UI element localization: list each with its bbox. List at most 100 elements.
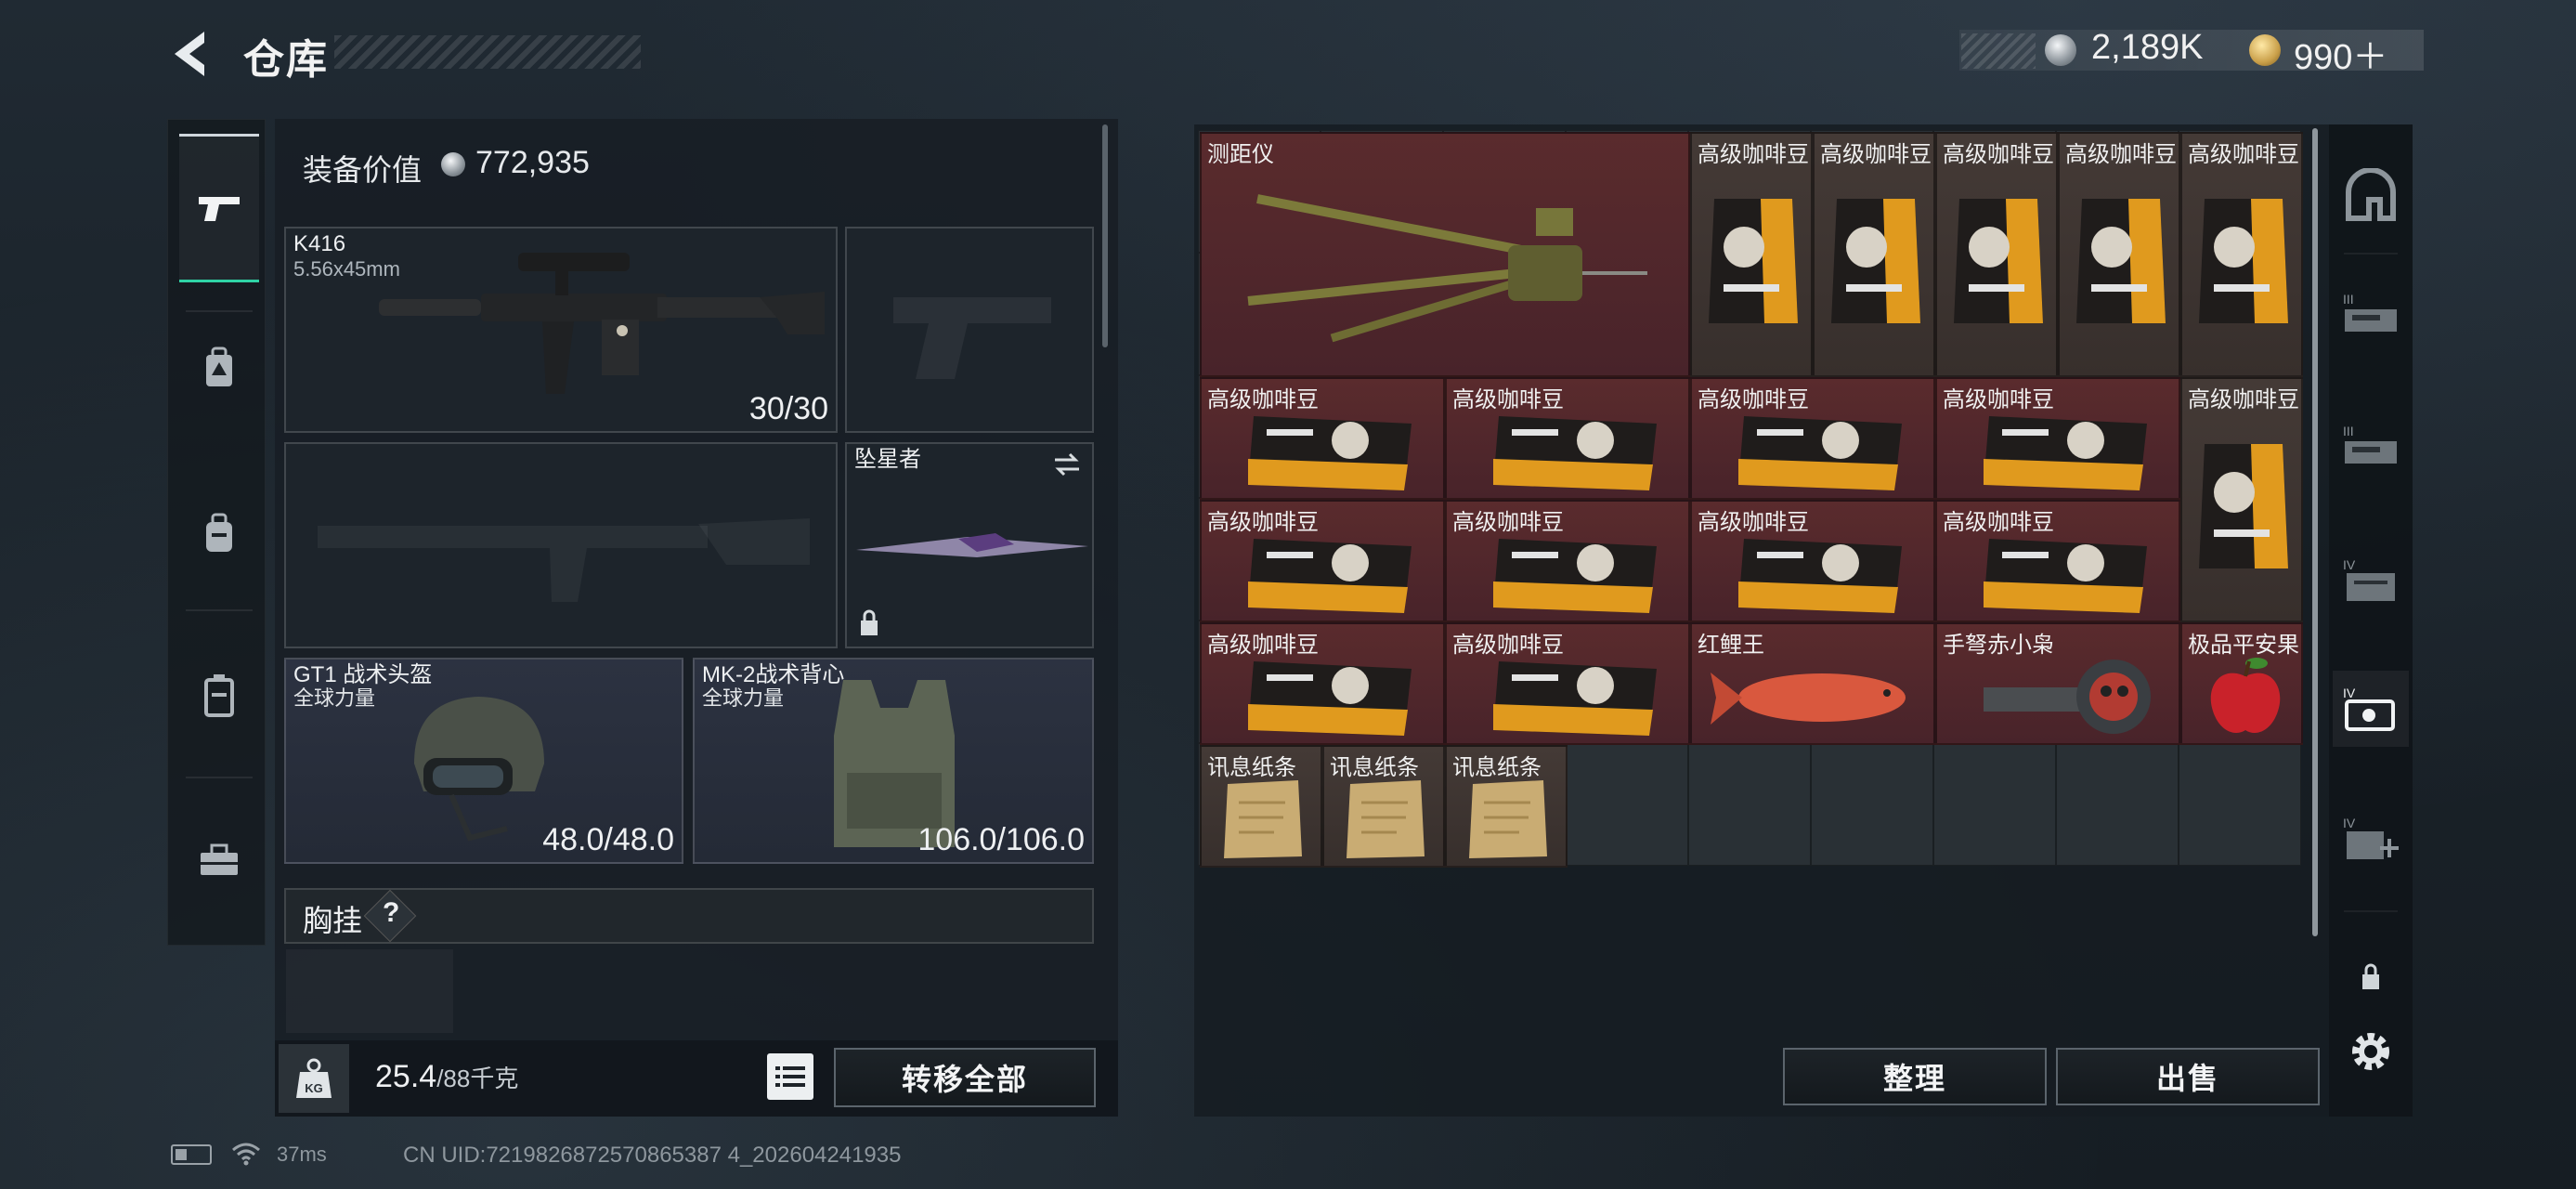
pistol-silhouette-icon xyxy=(893,297,1051,379)
pistol-icon xyxy=(199,197,240,221)
rangefinder-icon xyxy=(1247,194,1647,343)
locker-icon xyxy=(204,674,234,717)
rail-lock xyxy=(2333,940,2409,1014)
item-coffee-beans[interactable]: 高级咖啡豆 xyxy=(2180,377,2303,622)
weapon-name: K416 xyxy=(293,231,346,256)
uid-readout: CN UID:7219826872570865387 4_20260424193… xyxy=(403,1143,902,1168)
storage-scrollbar[interactable] xyxy=(2312,128,2318,936)
item-message-note[interactable]: 讯息纸条 xyxy=(1445,745,1568,868)
tab-locker[interactable] xyxy=(179,621,259,769)
swap-icon[interactable] xyxy=(1051,451,1083,477)
item-premium-apple[interactable]: 极品平安果 xyxy=(2180,622,2303,745)
melee-name: 坠星者 xyxy=(854,447,921,472)
item-coffee-beans[interactable]: 高级咖啡豆 xyxy=(1690,500,1935,622)
weight-max: /88千克 xyxy=(436,1065,519,1092)
item-rangefinder[interactable]: 测距仪 xyxy=(1200,132,1690,377)
coffee-bag-icon xyxy=(2199,199,2288,323)
item-name: 高级咖啡豆 xyxy=(2188,387,2299,412)
secondary-weapon-slot[interactable] xyxy=(845,227,1094,433)
settings-button[interactable] xyxy=(2333,1016,2409,1087)
list-icon xyxy=(775,1066,805,1087)
rail-tab-safehouse[interactable] xyxy=(2333,158,2409,234)
back-arrow-icon[interactable] xyxy=(167,28,219,80)
item-name: 高级咖啡豆 xyxy=(2065,142,2177,167)
help-text: ? xyxy=(383,897,400,928)
item-coffee-beans[interactable]: 高级咖啡豆 xyxy=(1690,377,1935,500)
backpack-icon xyxy=(206,513,232,552)
rail-tab-weapon-case-3b[interactable]: III xyxy=(2333,409,2409,485)
rail-tab-add-storage[interactable]: IV xyxy=(2333,801,2409,877)
rail-tab-weapon-case-3[interactable]: III xyxy=(2333,277,2409,353)
title-decoration xyxy=(334,35,641,69)
item-coffee-beans[interactable]: 高级咖啡豆 xyxy=(1200,377,1445,500)
chest-rig-placeholder xyxy=(286,949,453,1033)
item-coffee-beans[interactable]: 高级咖啡豆 xyxy=(1813,132,1935,377)
item-coffee-beans[interactable]: 高级咖啡豆 xyxy=(2180,132,2303,377)
backpack-alert-icon xyxy=(206,346,232,386)
storage-grid-cell[interactable] xyxy=(2179,743,2301,866)
tab-backpack[interactable] xyxy=(179,459,259,608)
weight-current: 25.4 xyxy=(375,1059,437,1094)
storage-grid-cell[interactable] xyxy=(2056,743,2179,866)
coffee-bag-icon xyxy=(1248,539,1412,613)
list-view-button[interactable] xyxy=(767,1053,813,1100)
rail-tab-storage-4-active[interactable]: IV xyxy=(2333,671,2409,747)
melee-slot[interactable]: 坠星者 xyxy=(845,442,1094,648)
item-coffee-beans[interactable]: 高级咖啡豆 xyxy=(1445,622,1690,745)
rail-tab-storage-4[interactable]: IV xyxy=(2333,542,2409,619)
item-red-carp-king[interactable]: 红鲤王 xyxy=(1690,622,1935,745)
storage-grid-cell[interactable] xyxy=(1811,743,1933,866)
silver-amount[interactable]: 2,189K xyxy=(2091,28,2203,68)
armor-slot[interactable]: MK-2战术背心 全球力量 106.0/106.0 xyxy=(693,658,1094,864)
item-coffee-beans[interactable]: 高级咖啡豆 xyxy=(1690,132,1813,377)
item-coffee-beans[interactable]: 高级咖啡豆 xyxy=(1935,132,2058,377)
weapon-case-3b-icon: III xyxy=(2343,424,2397,464)
item-coffee-beans[interactable]: 高级咖啡豆 xyxy=(1200,622,1445,745)
storage-grid-cell[interactable] xyxy=(1933,743,2056,866)
item-coffee-beans[interactable]: 高级咖啡豆 xyxy=(1200,500,1445,622)
tab-weapons[interactable] xyxy=(179,134,259,282)
ammo-count: 30/30 xyxy=(748,391,828,426)
item-coffee-beans[interactable]: 高级咖啡豆 xyxy=(1445,377,1690,500)
helmet-durability: 48.0/48.0 xyxy=(542,822,674,857)
helmet-icon xyxy=(414,697,544,842)
lock-icon xyxy=(2362,963,2379,989)
coffee-bag-icon xyxy=(1493,661,1657,736)
item-name: 高级咖啡豆 xyxy=(1698,142,1809,167)
weight-readout: 25.4/88千克 xyxy=(375,1059,518,1095)
transfer-all-button[interactable]: 转移全部 xyxy=(834,1048,1096,1107)
item-name: 高级咖啡豆 xyxy=(1820,142,1932,167)
helmet-brand: 全球力量 xyxy=(293,686,376,710)
item-message-note[interactable]: 讯息纸条 xyxy=(1200,745,1322,868)
sell-button[interactable]: 出售 xyxy=(2056,1048,2320,1105)
coffee-bag-icon xyxy=(2199,444,2288,568)
item-coffee-beans[interactable]: 高级咖啡豆 xyxy=(1935,377,2180,500)
battery-icon xyxy=(171,1144,212,1165)
equipment-value-label: 装备价值 xyxy=(303,153,423,187)
coffee-bag-icon xyxy=(1248,661,1412,736)
sort-button[interactable]: 整理 xyxy=(1783,1048,2047,1105)
tab-backpack-alert[interactable] xyxy=(179,294,259,442)
storage-grid-cell[interactable] xyxy=(1688,743,1811,866)
note-icon xyxy=(1224,780,1302,858)
storage-grid-cell[interactable] xyxy=(1566,743,1688,866)
helmet-slot[interactable]: GT1 战术头盔 全球力量 48.0/48.0 xyxy=(284,658,683,864)
silver-coin-icon xyxy=(441,152,465,176)
secondary-rifle-slot[interactable] xyxy=(284,442,838,648)
coffee-bag-icon xyxy=(1493,416,1657,490)
rifle-icon xyxy=(379,253,825,394)
item-coffee-beans[interactable]: 高级咖啡豆 xyxy=(2058,132,2180,377)
item-coffee-beans[interactable]: 高级咖啡豆 xyxy=(1935,500,2180,622)
item-name: 高级咖啡豆 xyxy=(2188,142,2299,167)
svg-text:IV: IV xyxy=(2343,557,2356,572)
storage-case-4-active-icon: IV xyxy=(2343,686,2395,731)
item-coffee-beans[interactable]: 高级咖啡豆 xyxy=(1445,500,1690,622)
coffee-bag-icon xyxy=(1831,199,1920,323)
equipment-scrollbar[interactable] xyxy=(1102,124,1108,347)
tab-toolbox[interactable] xyxy=(179,786,259,934)
item-message-note[interactable]: 讯息纸条 xyxy=(1322,745,1445,868)
safehouse-icon xyxy=(2346,168,2396,221)
gold-amount[interactable]: 990＋ xyxy=(2294,28,2387,79)
item-crossbow-owl[interactable]: 手弩赤小枭 xyxy=(1935,622,2180,745)
primary-weapon-slot[interactable]: K416 5.56x45mm 30/30 xyxy=(284,227,838,433)
